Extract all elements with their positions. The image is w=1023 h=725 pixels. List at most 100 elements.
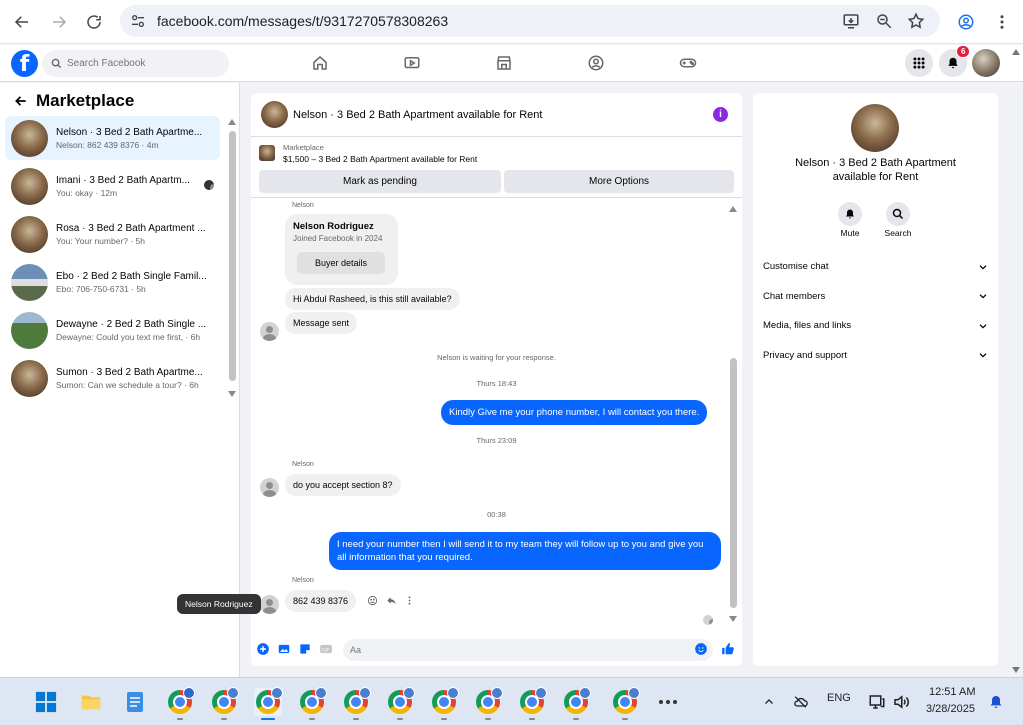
chrome-taskbar-button[interactable]: [210, 687, 239, 716]
language-indicator[interactable]: ENG: [827, 692, 851, 704]
message-bubble[interactable]: Message sent: [285, 312, 358, 334]
notifications-button[interactable]: 6: [939, 45, 971, 77]
listing-thumb[interactable]: [259, 145, 275, 161]
more-options-button[interactable]: More Options: [504, 170, 734, 193]
listing-text[interactable]: $1,500 – 3 Bed 2 Bath Apartment availabl…: [283, 154, 477, 164]
volume-icon[interactable]: [892, 693, 910, 711]
chrome-taskbar-button[interactable]: [342, 687, 371, 716]
profile-badge-icon: [403, 687, 415, 699]
more-icon[interactable]: [404, 595, 415, 606]
list-scroll-up-icon[interactable]: [228, 119, 236, 125]
details-section[interactable]: Chat members: [763, 291, 988, 302]
chat-header: Nelson · 3 Bed 2 Bath Apartment availabl…: [251, 93, 742, 137]
info-icon[interactable]: i: [713, 107, 728, 122]
facebook-search-input[interactable]: [67, 58, 217, 69]
photo-icon[interactable]: [277, 642, 291, 656]
reply-icon[interactable]: [386, 595, 397, 606]
notification-bell-icon[interactable]: [988, 694, 1004, 710]
message-input[interactable]: [343, 639, 713, 661]
list-scrollbar[interactable]: [229, 131, 236, 381]
account-avatar[interactable]: [972, 49, 1000, 77]
sender-avatar[interactable]: [260, 322, 279, 341]
menu-grid-button[interactable]: [905, 49, 933, 77]
facebook-search[interactable]: [42, 50, 229, 77]
react-icon[interactable]: [367, 595, 378, 606]
mute-button[interactable]: [838, 202, 862, 226]
conversation-item[interactable]: Imani · 3 Bed 2 Bath Apartm... You: okay …: [5, 164, 220, 208]
chrome-taskbar-button[interactable]: [518, 687, 547, 716]
section-label: Privacy and support: [763, 349, 847, 361]
list-scroll-down-icon[interactable]: [228, 391, 236, 397]
back-arrow-icon[interactable]: [14, 94, 28, 108]
reload-button[interactable]: [80, 8, 108, 36]
chat-scroll-up-icon[interactable]: [729, 206, 737, 212]
back-button[interactable]: [8, 8, 36, 36]
start-button[interactable]: [32, 688, 60, 716]
notepad-button[interactable]: [121, 688, 149, 716]
chat-scroll-down-icon[interactable]: [729, 616, 737, 622]
chrome-taskbar-button[interactable]: [474, 687, 503, 716]
page-scroll-down-icon[interactable]: [1012, 667, 1020, 673]
search-conversation-button[interactable]: [886, 202, 910, 226]
details-section[interactable]: Media, files and links: [763, 320, 988, 331]
message-bubble[interactable]: do you accept section 8?: [285, 474, 401, 496]
chat-scrollbar[interactable]: [730, 358, 737, 608]
forward-button[interactable]: [45, 8, 73, 36]
chrome-taskbar-button[interactable]: [254, 687, 283, 716]
message-bubble[interactable]: Hi Abdul Rasheed, is this still availabl…: [285, 288, 460, 310]
sender-avatar[interactable]: [260, 478, 279, 497]
chevron-up-icon[interactable]: [763, 696, 775, 708]
chat-details-panel: Nelson · 3 Bed 2 Bath Apartment availabl…: [753, 93, 998, 666]
chrome-taskbar-button[interactable]: [562, 687, 591, 716]
zoom-icon[interactable]: [875, 12, 893, 30]
install-app-icon[interactable]: [842, 12, 860, 30]
emoji-icon[interactable]: [694, 642, 708, 656]
gif-icon[interactable]: GIF: [319, 642, 333, 656]
chrome-taskbar-button[interactable]: [298, 687, 327, 716]
conversation-item[interactable]: Nelson · 3 Bed 2 Bath Apartme... Nelson: …: [5, 116, 220, 160]
conversation-item[interactable]: Ebo · 2 Bed 2 Bath Single Famil... Ebo: 7…: [5, 260, 220, 304]
outgoing-message-bubble[interactable]: Kindly Give me your phone number, I will…: [441, 400, 708, 425]
outgoing-message-bubble[interactable]: I need your number then I will send it t…: [329, 532, 721, 570]
cloud-offline-icon[interactable]: [792, 694, 809, 710]
groups-nav-button[interactable]: [587, 54, 607, 74]
chrome-taskbar-button[interactable]: [430, 687, 459, 716]
chrome-taskbar-button[interactable]: [386, 687, 415, 716]
marketplace-nav-button[interactable]: [495, 54, 515, 74]
mark-as-pending-button[interactable]: Mark as pending: [259, 170, 501, 193]
message-bubble[interactable]: 862 439 8376: [285, 590, 357, 612]
browser-menu-button[interactable]: [988, 8, 1016, 36]
chat-avatar[interactable]: [261, 101, 288, 128]
details-section[interactable]: Privacy and support: [763, 350, 988, 361]
sender-avatar[interactable]: [260, 595, 279, 614]
bookmark-star-icon[interactable]: [907, 12, 925, 30]
page-scroll-up-icon[interactable]: [1012, 49, 1020, 55]
address-bar[interactable]: facebook.com/messages/t/9317270578308263: [120, 5, 940, 37]
conversation-item[interactable]: Dewayne · 2 Bed 2 Bath Single ... Dewayne…: [5, 308, 220, 352]
search-icon: [51, 58, 62, 69]
home-nav-button[interactable]: [311, 54, 331, 74]
chrome-taskbar-button[interactable]: [611, 687, 640, 716]
more-apps-button[interactable]: [654, 688, 682, 716]
conversation-item[interactable]: Rosa · 3 Bed 2 Bath Apartment ... You: Yo…: [5, 212, 220, 256]
clock-date[interactable]: 3/28/2025: [926, 703, 975, 715]
facebook-logo-icon[interactable]: f: [11, 50, 38, 77]
display-icon[interactable]: [868, 693, 886, 711]
details-section[interactable]: Customise chat: [763, 261, 988, 272]
thumbs-up-icon[interactable]: [721, 642, 735, 656]
buyer-details-button[interactable]: Buyer details: [297, 252, 385, 274]
video-nav-button[interactable]: [403, 54, 423, 74]
chrome-taskbar-button[interactable]: [166, 687, 195, 716]
account-circle-icon: [958, 14, 974, 30]
gaming-nav-button[interactable]: [679, 54, 699, 74]
file-explorer-button[interactable]: [77, 688, 105, 716]
profile-button[interactable]: [952, 8, 980, 36]
profile-badge-icon: [271, 687, 283, 699]
plus-circle-icon[interactable]: [256, 642, 270, 656]
details-avatar[interactable]: [851, 104, 899, 152]
conversation-item[interactable]: Sumon · 3 Bed 2 Bath Apartme... Sumon: Ca…: [5, 356, 220, 400]
chat-title[interactable]: Nelson · 3 Bed 2 Bath Apartment availabl…: [293, 109, 542, 121]
clock-time[interactable]: 12:51 AM: [929, 686, 975, 698]
running-indicator: [353, 718, 359, 720]
sticker-icon[interactable]: [298, 642, 312, 656]
